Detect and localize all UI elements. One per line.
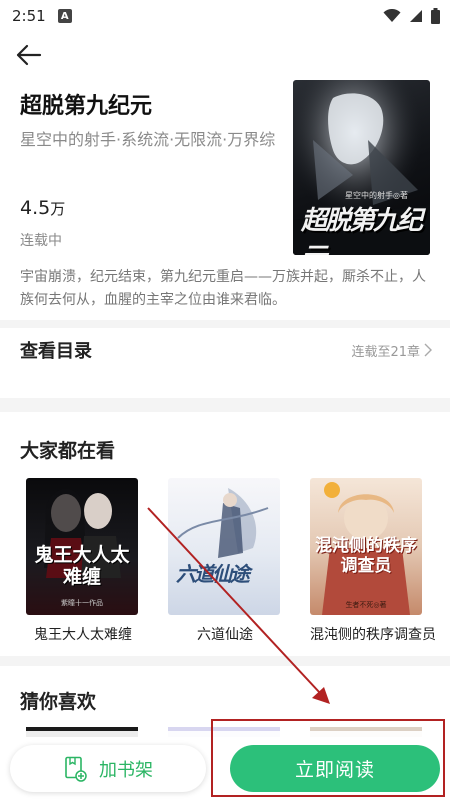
arrow-left-icon [16,44,42,66]
status-bar: 2:51 A [0,0,450,32]
guess-section-title: 猜你喜欢 [20,691,97,713]
cover-art [177,488,269,558]
read-now-label: 立即阅读 [294,759,375,781]
recommended-book-name: 六道仙途 [197,627,253,643]
popular-section-title: 大家都在看 [20,440,116,462]
book-tags: 星空中的射手·系统流·无限流·万界综 [20,130,276,149]
book-description: 宇宙崩溃，纪元结束，第九纪元重启——万族并起，厮杀不止，人族何去何从，血腥的主宰… [20,269,426,308]
battery-icon [431,8,440,24]
recommended-book[interactable]: 鬼王大人太难缠 紫瞳十一作品 鬼王大人太难缠 [26,478,140,644]
word-count: 4.5万 [20,197,65,219]
wifi-icon [383,9,401,22]
cover-title: 混沌侧的秩序调查员 [315,536,417,576]
cover-sub: 生者不死◎著 [345,601,387,609]
book-title: 超脱第九纪元 [20,94,153,119]
chevron-right-icon [424,343,432,357]
catalog-update: 连载至21章 [351,341,432,360]
notification-badge: A [57,9,72,23]
catalog-label: 查看目录 [20,341,92,362]
cover-title: 六道仙途 [176,562,250,586]
recommended-book[interactable]: 六道仙途 六道仙途 [168,478,282,644]
recommended-book[interactable]: 混沌侧的秩序调查员 生者不死◎著 混沌侧的秩序调查员 [310,478,436,644]
serial-status: 连载中 [20,233,62,249]
section-divider [0,398,450,412]
word-count-unit: 万 [50,200,66,218]
status-time: 2:51 [12,7,46,25]
recommended-book-name: 鬼王大人太难缠 [34,627,132,643]
book-cover: 星空中的射手◎著 超脱第九纪元 [293,80,430,255]
catalog-row[interactable]: 查看目录 连载至21章 [20,335,432,365]
read-now-button[interactable]: 立即阅读 [230,745,440,792]
back-button[interactable] [14,40,44,70]
add-to-shelf-label: 加书架 [99,759,153,781]
cover-title: 超脱第九纪元 [301,206,423,255]
recommended-book-cover: 鬼王大人太难缠 紫瞳十一作品 [26,478,138,615]
recommended-book-cover: 混沌侧的秩序调查员 生者不死◎著 [310,478,422,615]
cover-title: 鬼王大人太难缠 [34,544,130,588]
catalog-update-text: 连载至21章 [351,344,420,360]
add-to-shelf-button[interactable]: 加书架 [10,745,206,792]
recommended-book-name: 混沌侧的秩序调查员 [310,627,436,643]
cover-sub: 紫瞳十一作品 [61,599,103,607]
word-count-value: 4.5 [20,197,51,219]
signal-icon [410,10,422,22]
recommended-book-cover: 六道仙途 [168,478,280,615]
section-divider [0,320,450,328]
add-to-shelf-icon [65,756,87,782]
section-divider [0,656,450,666]
